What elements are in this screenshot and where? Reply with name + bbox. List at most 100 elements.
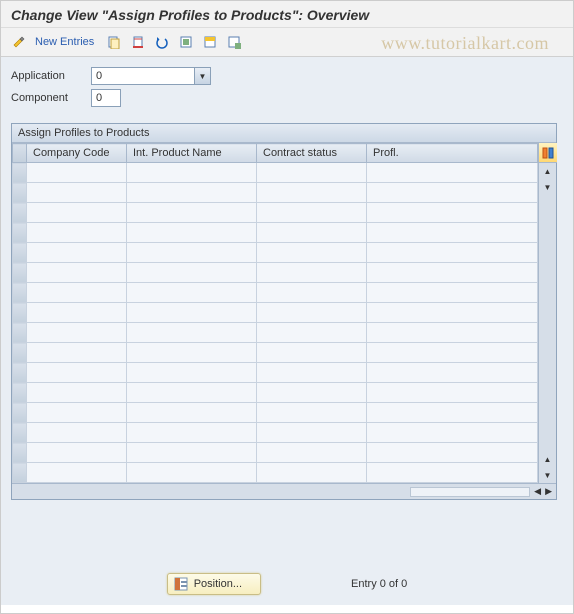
cell[interactable] xyxy=(367,283,538,303)
table-row[interactable] xyxy=(13,343,538,363)
cell[interactable] xyxy=(127,443,257,463)
cell[interactable] xyxy=(257,283,367,303)
col-company-code[interactable]: Company Code xyxy=(27,144,127,163)
cell[interactable] xyxy=(257,163,367,183)
new-entries-button[interactable]: New Entries xyxy=(33,36,100,48)
undo-change-icon[interactable] xyxy=(152,32,172,52)
row-selector[interactable] xyxy=(13,363,27,383)
row-selector[interactable] xyxy=(13,243,27,263)
cell[interactable] xyxy=(367,343,538,363)
row-selector[interactable] xyxy=(13,223,27,243)
cell[interactable] xyxy=(257,323,367,343)
cell[interactable] xyxy=(257,423,367,443)
cell[interactable] xyxy=(367,263,538,283)
table-row[interactable] xyxy=(13,203,538,223)
cell[interactable] xyxy=(367,363,538,383)
row-selector[interactable] xyxy=(13,203,27,223)
cell[interactable] xyxy=(257,183,367,203)
cell[interactable] xyxy=(27,263,127,283)
select-all-icon[interactable] xyxy=(176,32,196,52)
cell[interactable] xyxy=(27,343,127,363)
copy-as-icon[interactable] xyxy=(104,32,124,52)
cell[interactable] xyxy=(257,223,367,243)
toggle-display-change-icon[interactable] xyxy=(9,32,29,52)
table-row[interactable] xyxy=(13,463,538,483)
select-block-icon[interactable] xyxy=(200,32,220,52)
cell[interactable] xyxy=(27,243,127,263)
hscroll-track[interactable] xyxy=(410,487,530,497)
cell[interactable] xyxy=(127,263,257,283)
cell[interactable] xyxy=(127,383,257,403)
table-row[interactable] xyxy=(13,283,538,303)
cell[interactable] xyxy=(367,163,538,183)
cell[interactable] xyxy=(367,243,538,263)
row-selector[interactable] xyxy=(13,343,27,363)
cell[interactable] xyxy=(367,383,538,403)
row-selector[interactable] xyxy=(13,323,27,343)
row-selector[interactable] xyxy=(13,443,27,463)
col-contract-status[interactable]: Contract status xyxy=(257,144,367,163)
cell[interactable] xyxy=(127,343,257,363)
row-selector[interactable] xyxy=(13,263,27,283)
hscroll-left-icon[interactable]: ◀ xyxy=(534,486,541,497)
cell[interactable] xyxy=(127,323,257,343)
col-product-name[interactable]: Int. Product Name xyxy=(127,144,257,163)
cell[interactable] xyxy=(257,363,367,383)
row-selector[interactable] xyxy=(13,163,27,183)
cell[interactable] xyxy=(257,463,367,483)
cell[interactable] xyxy=(367,323,538,343)
cell[interactable] xyxy=(127,403,257,423)
cell[interactable] xyxy=(367,423,538,443)
configure-columns-icon[interactable] xyxy=(539,143,557,163)
cell[interactable] xyxy=(367,203,538,223)
position-button[interactable]: Position... xyxy=(167,573,261,595)
cell[interactable] xyxy=(257,203,367,223)
cell[interactable] xyxy=(127,363,257,383)
cell[interactable] xyxy=(27,223,127,243)
cell[interactable] xyxy=(257,263,367,283)
table-row[interactable] xyxy=(13,363,538,383)
scroll-up-icon[interactable]: ▲ xyxy=(541,164,555,178)
table-row[interactable] xyxy=(13,423,538,443)
cell[interactable] xyxy=(27,203,127,223)
table-row[interactable] xyxy=(13,243,538,263)
scroll-down2-icon[interactable]: ▼ xyxy=(541,468,555,482)
cell[interactable] xyxy=(367,443,538,463)
cell[interactable] xyxy=(127,183,257,203)
table-row[interactable] xyxy=(13,403,538,423)
hscroll-right-icon[interactable]: ▶ xyxy=(545,486,552,497)
cell[interactable] xyxy=(27,423,127,443)
row-selector[interactable] xyxy=(13,283,27,303)
cell[interactable] xyxy=(257,303,367,323)
cell[interactable] xyxy=(127,163,257,183)
table-row[interactable] xyxy=(13,163,538,183)
cell[interactable] xyxy=(367,403,538,423)
row-selector[interactable] xyxy=(13,463,27,483)
vertical-scrollbar[interactable]: ▲ ▼ ▲ ▼ xyxy=(538,143,556,483)
scroll-down-icon[interactable]: ▼ xyxy=(541,180,555,194)
row-selector[interactable] xyxy=(13,423,27,443)
row-selector[interactable] xyxy=(13,183,27,203)
table-row[interactable] xyxy=(13,263,538,283)
table-row[interactable] xyxy=(13,183,538,203)
cell[interactable] xyxy=(257,343,367,363)
deselect-all-icon[interactable] xyxy=(224,32,244,52)
cell[interactable] xyxy=(257,443,367,463)
scroll-up2-icon[interactable]: ▲ xyxy=(541,452,555,466)
cell[interactable] xyxy=(257,383,367,403)
cell[interactable] xyxy=(367,223,538,243)
cell[interactable] xyxy=(367,463,538,483)
cell[interactable] xyxy=(127,223,257,243)
col-profile[interactable]: Profl. xyxy=(367,144,538,163)
table-row[interactable] xyxy=(13,303,538,323)
cell[interactable] xyxy=(27,183,127,203)
cell[interactable] xyxy=(27,363,127,383)
cell[interactable] xyxy=(257,403,367,423)
cell[interactable] xyxy=(367,183,538,203)
horizontal-scrollbar[interactable]: ◀ ▶ xyxy=(12,483,556,499)
cell[interactable] xyxy=(27,443,127,463)
cell[interactable] xyxy=(127,463,257,483)
row-selector[interactable] xyxy=(13,383,27,403)
cell[interactable] xyxy=(127,303,257,323)
cell[interactable] xyxy=(367,303,538,323)
